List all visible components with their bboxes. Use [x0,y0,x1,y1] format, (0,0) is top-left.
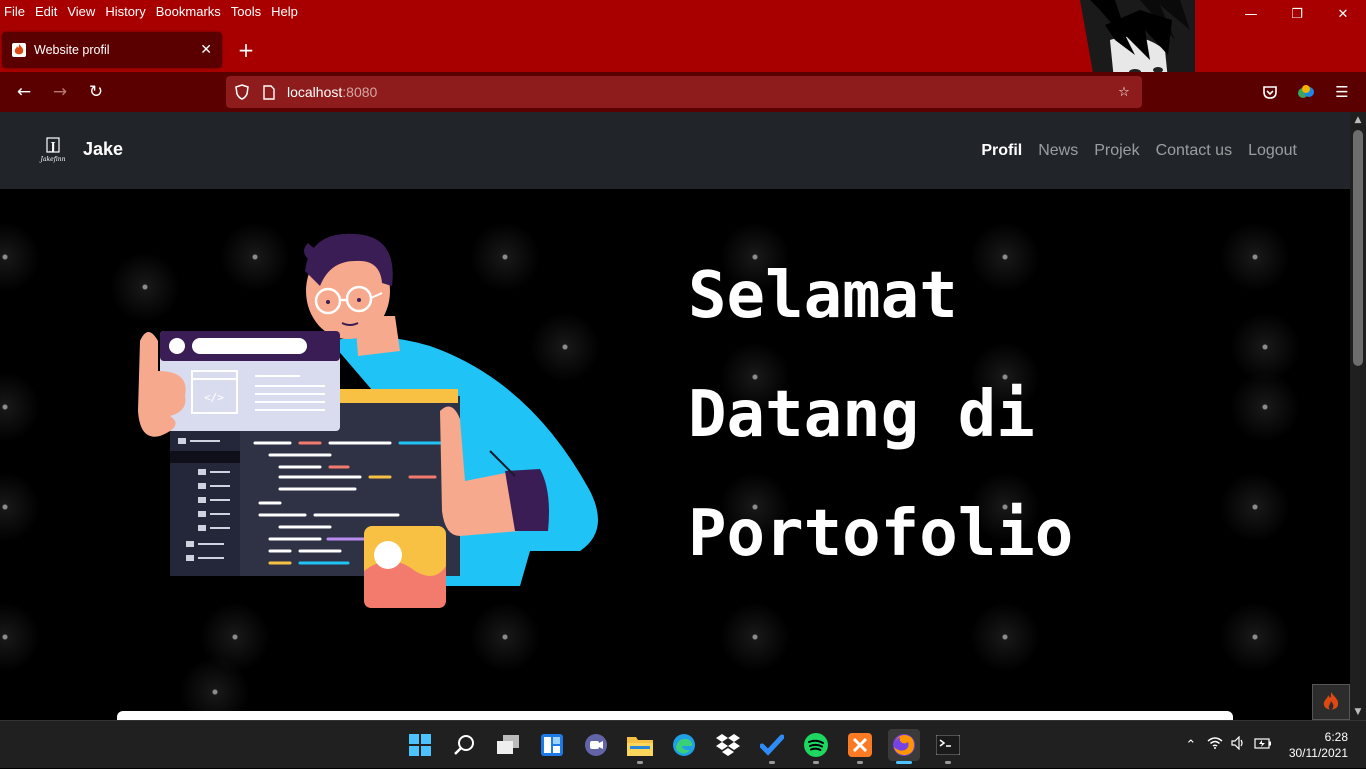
codeigniter-favicon-icon [12,43,26,57]
content-card-top [117,711,1233,720]
task-view-icon[interactable] [492,729,524,761]
hamburger-menu-icon[interactable]: ☰ [1332,82,1352,102]
reload-button[interactable]: ↻ [84,80,108,104]
code-tag-text: </> [204,391,224,404]
svg-text:J: J [49,140,55,153]
page-icon[interactable] [261,84,277,100]
running-indicator [769,761,775,764]
menu-bookmarks[interactable]: Bookmarks [156,4,221,19]
menu-help[interactable]: Help [271,4,298,19]
close-window-button[interactable]: ✕ [1320,0,1366,28]
teams-chat-icon[interactable] [580,729,612,761]
running-indicator [637,761,643,764]
back-button[interactable]: ← [12,80,36,104]
welcome-heading: Selamat Datang di Portofolio [688,237,1208,594]
dropbox-icon[interactable] [712,729,744,761]
nav-contact-us[interactable]: Contact us [1156,142,1232,160]
brand-name[interactable]: Jake [83,139,123,160]
tab-strip: Website profil ✕ + [0,30,1366,70]
menu-view[interactable]: View [67,4,95,19]
window-controls: — ❐ ✕ [1228,0,1366,28]
scroll-up-arrow-icon[interactable]: ▲ [1350,112,1366,128]
menu-file[interactable]: File [4,4,25,19]
nav-projek[interactable]: Projek [1094,142,1139,160]
bookmark-star-icon[interactable]: ☆ [1116,84,1132,100]
welcome-line-3: Portofolio [688,497,1074,571]
running-indicator [857,761,863,764]
active-window-indicator [896,761,912,764]
navigation-toolbar: ← → ↻ localhost:8080 ☆ ☰ [0,72,1366,112]
nav-profil[interactable]: Profil [981,142,1022,160]
codeigniter-debug-toolbar-icon[interactable] [1312,684,1350,720]
website-viewport: J Jakefinn Jake Profil News Projek Conta… [0,112,1350,720]
tab-close-icon[interactable]: ✕ [200,42,212,58]
shield-icon[interactable] [234,84,250,100]
clock-time: 6:28 [1324,730,1348,744]
firefox-icon[interactable] [888,729,920,764]
minimize-button[interactable]: — [1228,0,1274,28]
start-icon[interactable] [404,729,436,761]
clock-date: 30/11/2021 [1288,746,1348,760]
hero-section: </> Selamat Datang di Portofolio [0,189,1350,720]
battery-charging-icon[interactable] [1251,737,1275,753]
edge-icon[interactable] [668,729,700,761]
welcome-line-1: Selamat [688,259,958,333]
wifi-icon[interactable] [1203,737,1227,753]
running-indicator [813,761,819,764]
todo-icon[interactable] [756,729,788,764]
xampp-icon[interactable] [844,729,876,764]
terminal-icon[interactable] [932,729,964,764]
running-indicator [945,761,951,764]
windows-taskbar: ⌃ 6:28 30/11/2021 [0,720,1366,768]
pocket-icon[interactable] [1260,82,1280,102]
tab-website-profil[interactable]: Website profil ✕ [2,32,222,68]
url-bar[interactable]: localhost:8080 ☆ [226,76,1142,108]
welcome-line-2: Datang di [688,378,1035,452]
logo-script-text: Jakefinn [39,156,66,163]
file-explorer-icon[interactable] [624,729,656,764]
volume-icon[interactable] [1227,735,1251,754]
site-nav-links: Profil News Projek Contact us Logout [981,142,1297,160]
spotify-icon[interactable] [800,729,832,764]
search-icon[interactable] [448,729,480,761]
scroll-thumb[interactable] [1353,130,1363,366]
page-scrollbar[interactable]: ▲ ▼ [1350,112,1366,720]
restore-button[interactable]: ❐ [1274,0,1320,28]
site-navbar: J Jakefinn Jake Profil News Projek Conta… [0,112,1350,189]
nav-news[interactable]: News [1038,142,1078,160]
url-text: localhost:8080 [287,84,378,100]
system-clock[interactable]: 6:28 30/11/2021 [1289,729,1348,761]
developer-illustration: </> [130,231,610,623]
browser-chrome: File Edit View History Bookmarks Tools H… [0,0,1366,112]
tab-title: Website profil [34,43,110,57]
forward-button[interactable]: → [48,80,72,104]
brand-logo[interactable]: J Jakefinn [35,136,71,164]
extension-icon[interactable] [1296,82,1316,102]
scroll-down-arrow-icon[interactable]: ▼ [1350,704,1366,720]
menu-bar: File Edit View History Bookmarks Tools H… [0,0,308,22]
nav-logout[interactable]: Logout [1248,142,1297,160]
menu-edit[interactable]: Edit [35,4,57,19]
chevron-up-icon[interactable]: ⌃ [1179,738,1203,753]
system-tray: ⌃ 6:28 30/11/2021 [1179,721,1366,769]
widgets-icon[interactable] [536,729,568,761]
menu-tools[interactable]: Tools [231,4,261,19]
menu-history[interactable]: History [105,4,145,19]
new-tab-button[interactable]: + [234,38,258,62]
